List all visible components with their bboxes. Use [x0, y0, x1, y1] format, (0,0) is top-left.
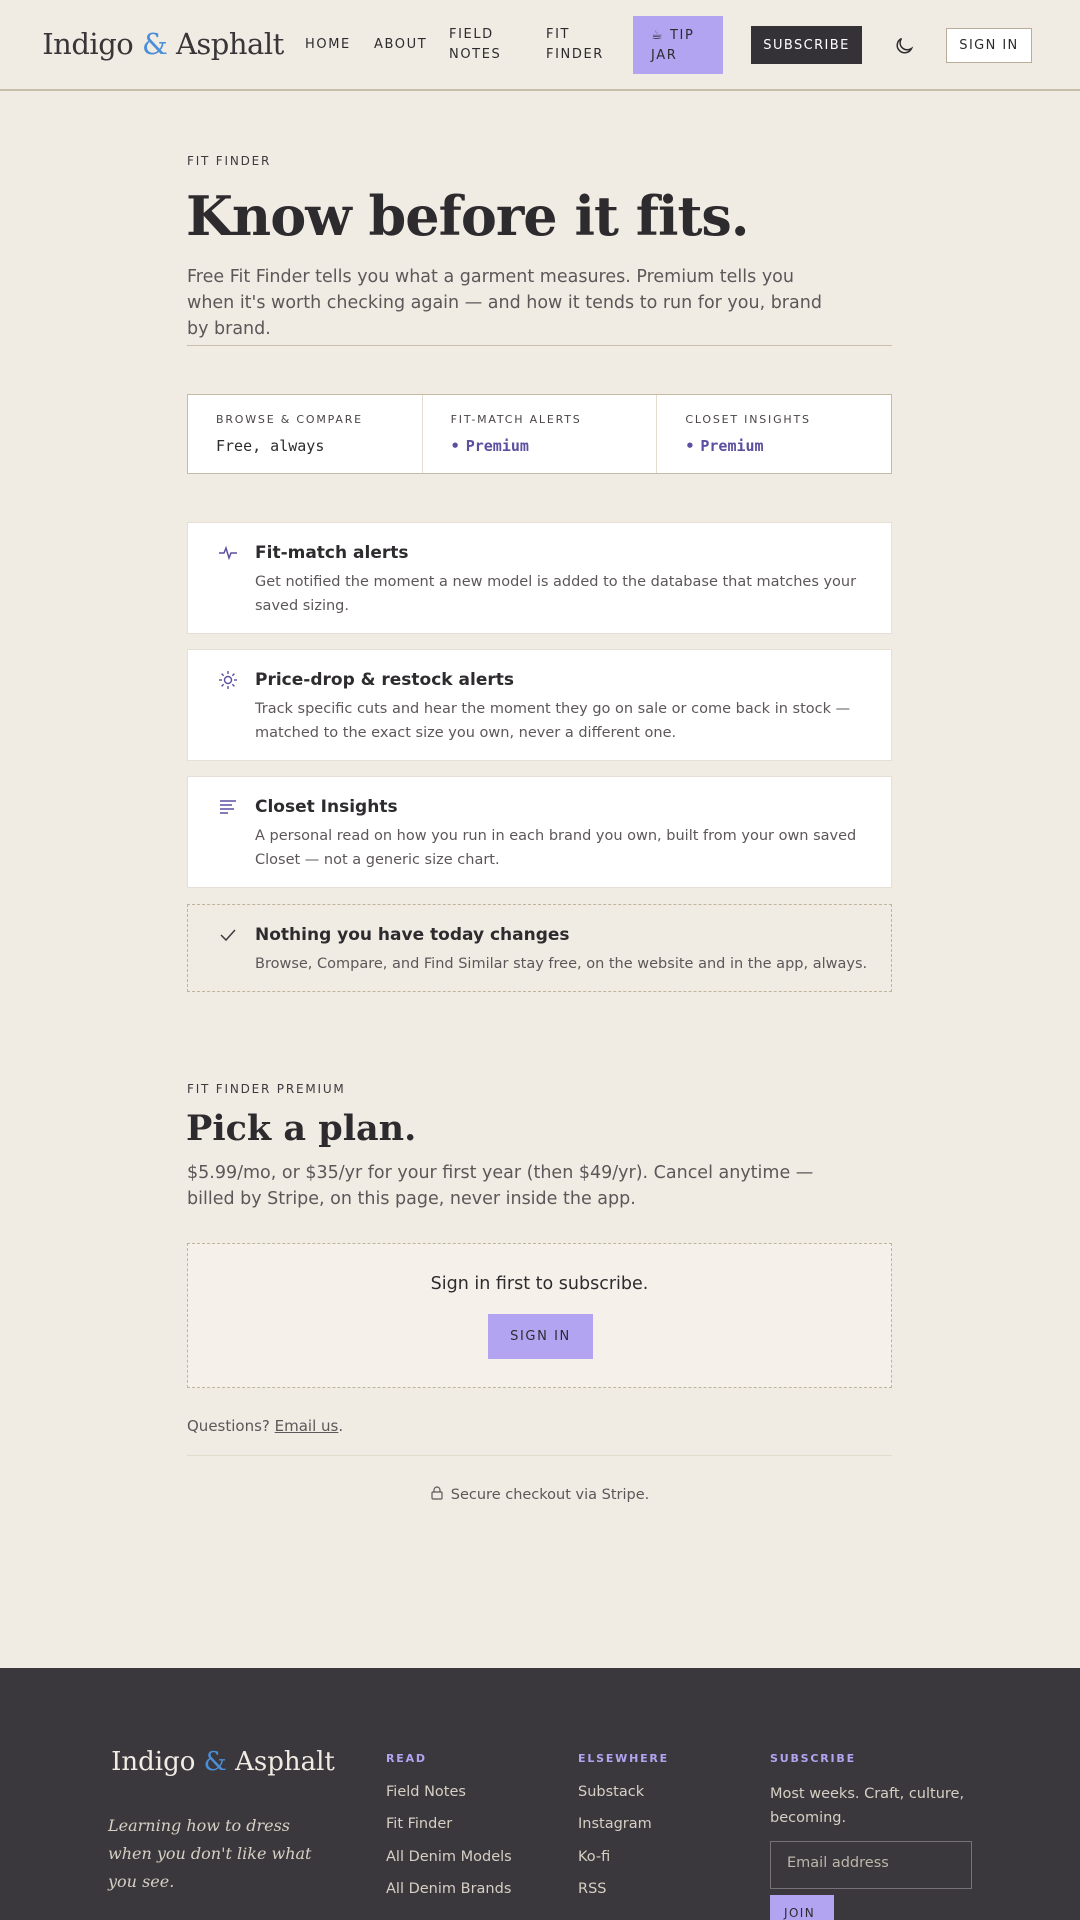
footer-subscribe-heading: SUBSCRIBE	[770, 1752, 856, 1765]
feature-body: Browse, Compare, and Find Similar stay f…	[255, 956, 868, 972]
tier-summary: BROWSE & COMPARE Free, always FIT-MATCH …	[187, 394, 892, 474]
feature-card-nothing-changes: Nothing you have today changes Browse, C…	[187, 904, 892, 992]
footer-link-all-denim-brands[interactable]: All Denim Brands	[386, 1881, 511, 1897]
tier-label: CLOSET INSIGHTS	[685, 413, 811, 426]
footer-link-fit-finder[interactable]: Fit Finder	[386, 1816, 452, 1832]
footer-logo-wordmark: Indigo & Asphalt	[103, 1747, 343, 1777]
plan-eyebrow: FIT FINDER PREMIUM	[187, 1082, 346, 1096]
site-footer: Indigo & Asphalt Learning how to dress w…	[0, 1668, 1080, 1920]
feature-body: A personal read on how you run in each b…	[255, 828, 857, 868]
footer-elsewhere-heading: ELSEWHERE	[578, 1752, 669, 1765]
checkout-divider	[187, 1455, 892, 1456]
plan-sign-in-button[interactable]: SIGN IN	[488, 1314, 593, 1359]
footer-subscribe-text: Most weeks. Craft, culture, becoming.	[770, 1786, 965, 1826]
footer-join-button[interactable]: JOIN	[770, 1895, 834, 1920]
hero-eyebrow: FIT FINDER	[187, 154, 272, 168]
plan-title: Pick a plan.	[186, 1108, 417, 1149]
footer-tagline: Learning how to dress when you don't lik…	[108, 1816, 312, 1891]
hero-divider	[187, 345, 892, 346]
nav-field-notes[interactable]: FIELD NOTES	[449, 25, 501, 65]
feature-card-closet-insights: Closet Insights A personal read on how y…	[187, 776, 892, 888]
nav-fit-finder[interactable]: FIT FINDER	[546, 25, 604, 65]
tier-label: BROWSE & COMPARE	[216, 413, 363, 426]
plan-subtitle: $5.99/mo, or $35/yr for your first year …	[187, 1163, 814, 1209]
feature-title: Closet Insights	[255, 797, 398, 817]
pulse-icon	[218, 543, 238, 563]
hero-subtitle: Free Fit Finder tells you what a garment…	[187, 267, 822, 339]
feature-card-fit-match: Fit-match alerts Get notified the moment…	[187, 522, 892, 634]
tier-value: Free, always	[216, 437, 325, 455]
footer-link-instagram[interactable]: Instagram	[578, 1816, 652, 1832]
footer-read-heading: READ	[386, 1752, 427, 1765]
list-icon	[218, 797, 238, 817]
footer-link-rss[interactable]: RSS	[578, 1881, 606, 1897]
sign-in-button[interactable]: SIGN IN	[946, 28, 1032, 63]
tier-value-premium: Premium	[685, 437, 891, 455]
tier-label: FIT-MATCH ALERTS	[450, 413, 582, 426]
email-us-link[interactable]: Email us	[275, 1417, 339, 1435]
page-title: Know before it fits.	[186, 184, 750, 248]
logo-wordmark: Indigo & Asphalt	[34, 27, 292, 61]
signin-message: Sign in first to subscribe.	[430, 1274, 649, 1294]
site-header: Indigo & Asphalt HOME ABOUT FIELD NOTES F…	[0, 0, 1080, 91]
sun-icon	[218, 670, 238, 690]
footer-logo[interactable]: Indigo & Asphalt	[103, 1744, 343, 1780]
nav-about[interactable]: ABOUT	[374, 35, 427, 55]
secure-checkout-note: Secure checkout via Stripe.	[0, 1486, 1080, 1504]
tip-jar-button[interactable]: ☕ TIP JAR	[633, 16, 723, 74]
feature-body: Track specific cuts and hear the moment …	[255, 701, 851, 741]
signin-prompt-box: Sign in first to subscribe. SIGN IN	[187, 1243, 892, 1388]
questions-line: Questions? Email us.	[187, 1417, 344, 1435]
feature-card-price-drop: Price-drop & restock alerts Track specif…	[187, 649, 892, 761]
feature-title: Nothing you have today changes	[255, 925, 570, 945]
feature-title: Fit-match alerts	[255, 543, 409, 563]
moon-icon[interactable]	[894, 34, 916, 56]
site-logo[interactable]: Indigo & Asphalt	[34, 20, 292, 68]
secure-text: Secure checkout via Stripe.	[450, 1487, 650, 1503]
footer-link-all-denim-models[interactable]: All Denim Models	[386, 1849, 512, 1865]
check-icon	[218, 925, 238, 945]
lock-icon	[431, 1486, 443, 1504]
subscribe-button[interactable]: SUBSCRIBE	[751, 26, 862, 64]
footer-link-substack[interactable]: Substack	[578, 1784, 644, 1800]
footer-link-field-notes[interactable]: Field Notes	[386, 1784, 466, 1800]
feature-title: Price-drop & restock alerts	[255, 670, 514, 690]
tier-browse-compare: BROWSE & COMPARE Free, always	[188, 395, 423, 473]
feature-body: Get notified the moment a new model is a…	[255, 574, 857, 614]
tier-value-premium: Premium	[451, 437, 657, 455]
footer-link-ko-fi[interactable]: Ko-fi	[578, 1849, 610, 1865]
tier-closet-insights: CLOSET INSIGHTS Premium	[657, 395, 891, 473]
tier-fit-match-alerts: FIT-MATCH ALERTS Premium	[423, 395, 658, 473]
nav-home[interactable]: HOME	[305, 35, 351, 55]
footer-email-field[interactable]: Email address	[770, 1841, 972, 1889]
